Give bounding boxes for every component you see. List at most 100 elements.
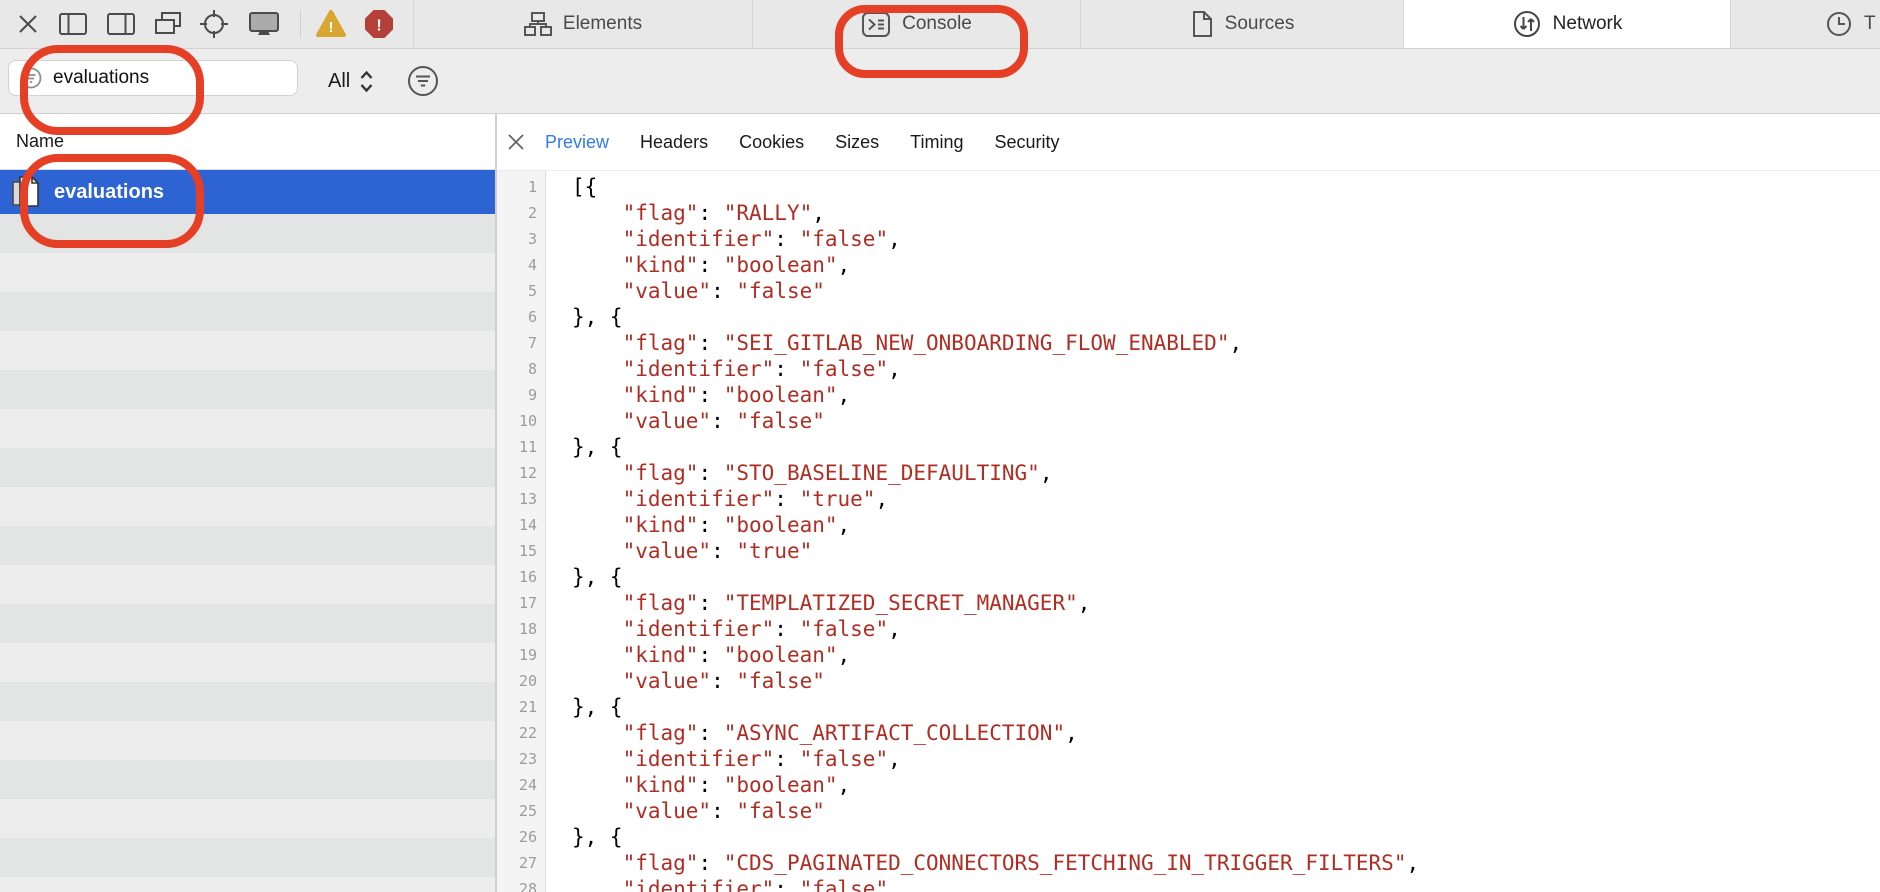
code-line: [{	[572, 174, 1419, 200]
code-line: }, {	[572, 304, 1419, 330]
line-number: 1	[497, 174, 545, 200]
tab-label: Network	[1553, 13, 1623, 35]
tab-preview[interactable]: Preview	[545, 132, 609, 153]
line-number: 12	[497, 460, 545, 486]
code-line: "kind": "boolean",	[572, 382, 1419, 408]
tab-sources[interactable]: Sources	[1080, 0, 1403, 48]
list-row-stripe	[0, 487, 495, 526]
console-prompt-icon	[861, 11, 891, 38]
tab-timelines-truncated[interactable]: T	[1730, 0, 1878, 48]
name-column-label: Name	[16, 131, 64, 152]
tab-elements[interactable]: Elements	[413, 0, 752, 48]
code-line: "kind": "boolean",	[572, 252, 1419, 278]
line-number: 3	[497, 226, 545, 252]
line-number: 5	[497, 278, 545, 304]
code-line: "flag": "STO_BASELINE_DEFAULTING",	[572, 460, 1419, 486]
line-number: 13	[497, 486, 545, 512]
line-number: 17	[497, 590, 545, 616]
list-row-stripe	[0, 292, 495, 331]
toolbar-divider	[300, 10, 301, 38]
list-row-stripe	[0, 409, 495, 448]
json-code: [{ "flag": "RALLY", "identifier": "false…	[546, 171, 1419, 892]
line-number: 21	[497, 694, 545, 720]
warning-badge-icon[interactable]: !	[314, 0, 348, 48]
code-line: "value": "true"	[572, 538, 1419, 564]
resource-filter-input[interactable]: evaluations	[8, 60, 298, 96]
code-line: "flag": "RALLY",	[572, 200, 1419, 226]
resource-list-panel: Name evaluations	[0, 114, 495, 892]
code-line: "flag": "ASYNC_ARTIFACT_COLLECTION",	[572, 720, 1419, 746]
clock-icon	[1825, 10, 1853, 38]
scope-dropdown[interactable]: All	[328, 49, 374, 113]
code-line: "identifier": "false",	[572, 226, 1419, 252]
code-line: "identifier": "true",	[572, 486, 1419, 512]
list-row-stripe	[0, 448, 495, 487]
line-number: 23	[497, 746, 545, 772]
web-inspector-window: ! ! Elements Console	[0, 0, 1880, 892]
network-arrows-icon	[1512, 9, 1542, 39]
sidebar-right-icon[interactable]	[104, 0, 138, 48]
code-line: "value": "false"	[572, 278, 1419, 304]
tab-label: Sources	[1225, 13, 1295, 35]
tab-timing[interactable]: Timing	[910, 132, 963, 153]
network-filter-bar: evaluations All	[0, 49, 1880, 114]
line-number: 9	[497, 382, 545, 408]
filter-lines-circle-icon[interactable]	[406, 64, 440, 98]
list-row-stripe	[0, 760, 495, 799]
svg-text:!: !	[376, 18, 381, 35]
line-number: 16	[497, 564, 545, 590]
code-line: "flag": "SEI_GITLAB_NEW_ONBOARDING_FLOW_…	[572, 330, 1419, 356]
tab-sizes[interactable]: Sizes	[835, 132, 879, 153]
code-line: "identifier": "false",	[572, 746, 1419, 772]
scope-dropdown-label: All	[328, 70, 350, 93]
name-column-header[interactable]: Name	[0, 114, 495, 170]
tab-security[interactable]: Security	[994, 132, 1059, 153]
line-number: 28	[497, 876, 545, 892]
hierarchy-icon	[524, 11, 552, 37]
tab-console[interactable]: Console	[752, 0, 1080, 48]
line-number: 4	[497, 252, 545, 278]
line-number: 19	[497, 642, 545, 668]
sidebar-left-icon[interactable]	[56, 0, 90, 48]
code-line: "flag": "CDS_PAGINATED_CONNECTORS_FETCHI…	[572, 850, 1419, 876]
list-row-stripe	[0, 331, 495, 370]
line-number: 15	[497, 538, 545, 564]
line-number: 2	[497, 200, 545, 226]
element-target-icon[interactable]	[197, 0, 231, 48]
code-line: }, {	[572, 824, 1419, 850]
tab-label: Elements	[563, 13, 642, 35]
error-badge-icon[interactable]: !	[362, 0, 396, 48]
tab-network[interactable]: Network	[1403, 0, 1730, 48]
line-number: 20	[497, 668, 545, 694]
code-line: "value": "false"	[572, 408, 1419, 434]
detail-tab-bar: Preview Headers Cookies Sizes Timing Sec…	[497, 114, 1880, 171]
cascade-windows-icon[interactable]	[151, 0, 185, 48]
filter-input-value: evaluations	[53, 67, 149, 89]
list-item-evaluations[interactable]: evaluations	[0, 170, 495, 214]
inspector-tabstrip: Elements Console Sources Network	[413, 0, 1878, 48]
list-row-stripe	[0, 214, 495, 253]
close-x-icon[interactable]	[507, 133, 525, 151]
device-screen-icon[interactable]	[246, 0, 282, 48]
tab-headers[interactable]: Headers	[640, 132, 708, 153]
code-line: "identifier": "false",	[572, 356, 1419, 382]
close-icon[interactable]	[13, 0, 43, 48]
tab-cookies[interactable]: Cookies	[739, 132, 804, 153]
line-number: 10	[497, 408, 545, 434]
code-line: "kind": "boolean",	[572, 642, 1419, 668]
code-line: "kind": "boolean",	[572, 512, 1419, 538]
json-preview-area: 1234567891011121314151617181920212223242…	[497, 171, 1880, 892]
list-row-stripe	[0, 565, 495, 604]
tab-label: T	[1864, 13, 1876, 35]
empty-list-rows	[0, 214, 495, 892]
inspector-toolbar: ! ! Elements Console	[0, 0, 1880, 49]
list-item-label: evaluations	[54, 181, 164, 204]
code-line: }, {	[572, 564, 1419, 590]
line-number: 25	[497, 798, 545, 824]
list-row-stripe	[0, 643, 495, 682]
list-row-stripe	[0, 799, 495, 838]
list-row-stripe	[0, 370, 495, 409]
code-line: "flag": "TEMPLATIZED_SECRET_MANAGER",	[572, 590, 1419, 616]
resource-document-icon	[10, 175, 42, 209]
list-row-stripe	[0, 721, 495, 760]
